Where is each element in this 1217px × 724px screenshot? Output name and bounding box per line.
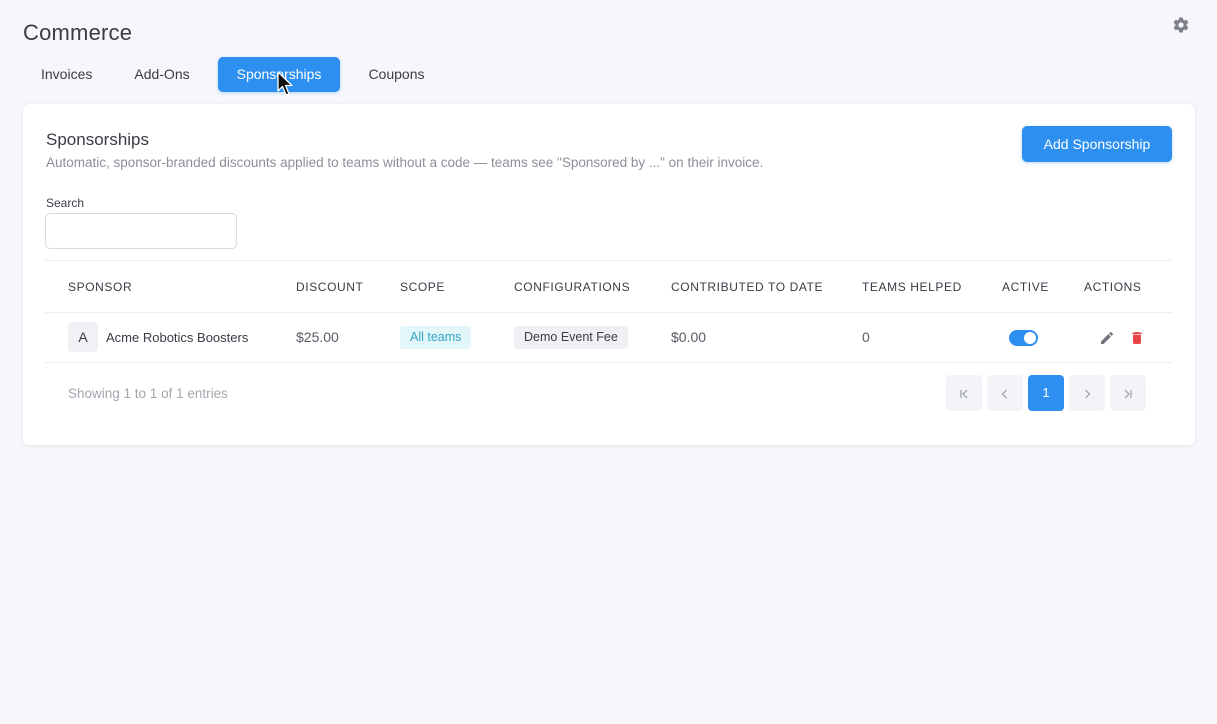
gear-icon[interactable] (1172, 16, 1190, 34)
tab-coupons[interactable]: Coupons (354, 57, 438, 92)
active-toggle[interactable] (1009, 330, 1038, 346)
scope-badge: All teams (400, 326, 472, 349)
search-input[interactable] (45, 213, 237, 249)
column-header-actions: ACTIONS (1084, 280, 1142, 294)
sponsor-name: Acme Robotics Boosters (106, 330, 249, 345)
tab-sponsorships[interactable]: Sponsorships (217, 57, 341, 92)
avatar: A (68, 322, 98, 352)
table-divider (45, 312, 1172, 313)
chevron-left-icon (1001, 389, 1007, 399)
tab-invoices[interactable]: Invoices (27, 57, 106, 92)
entries-info: Showing 1 to 1 of 1 entries (68, 386, 228, 401)
pagination: 1 (946, 375, 1146, 411)
sponsorships-card: Sponsorships Automatic, sponsor-branded … (23, 104, 1195, 445)
toggle-knob (1024, 332, 1036, 344)
previous-page-button[interactable] (987, 375, 1023, 411)
next-page-button[interactable] (1069, 375, 1105, 411)
column-header-discount[interactable]: DISCOUNT (296, 280, 363, 294)
contributed-value: $0.00 (671, 329, 707, 345)
column-header-sponsor[interactable]: SPONSOR (68, 280, 132, 294)
tab-bar: Invoices Add-Ons Sponsorships Coupons (27, 57, 452, 92)
column-header-scope[interactable]: SCOPE (400, 280, 445, 294)
column-header-teams-helped[interactable]: TEAMS HELPED (862, 280, 962, 294)
page-title: Commerce (23, 20, 133, 45)
last-page-button[interactable] (1110, 375, 1146, 411)
last-page-icon (1124, 389, 1132, 399)
discount-value: $25.00 (296, 329, 339, 345)
card-subtitle: Automatic, sponsor-branded discounts app… (46, 155, 764, 170)
teams-helped-value: 0 (862, 329, 870, 345)
pencil-icon[interactable] (1099, 330, 1115, 346)
table-divider (45, 362, 1172, 363)
table-divider (45, 260, 1172, 261)
column-header-configurations[interactable]: CONFIGURATIONS (514, 280, 630, 294)
first-page-icon (960, 389, 968, 399)
trash-icon[interactable] (1129, 330, 1145, 346)
add-sponsorship-button[interactable]: Add Sponsorship (1022, 126, 1172, 162)
card-title: Sponsorships (46, 130, 150, 149)
chevron-right-icon (1085, 389, 1091, 399)
column-header-active[interactable]: ACTIVE (1002, 280, 1049, 294)
page: Commerce Invoices Add-Ons Sponsorships C… (0, 0, 1217, 724)
column-header-contributed[interactable]: CONTRIBUTED TO DATE (671, 280, 823, 294)
configuration-badge: Demo Event Fee (514, 326, 628, 349)
search-label: Search (46, 196, 85, 210)
page-1-button[interactable]: 1 (1028, 375, 1064, 411)
tab-add-ons[interactable]: Add-Ons (120, 57, 203, 92)
first-page-button[interactable] (946, 375, 982, 411)
